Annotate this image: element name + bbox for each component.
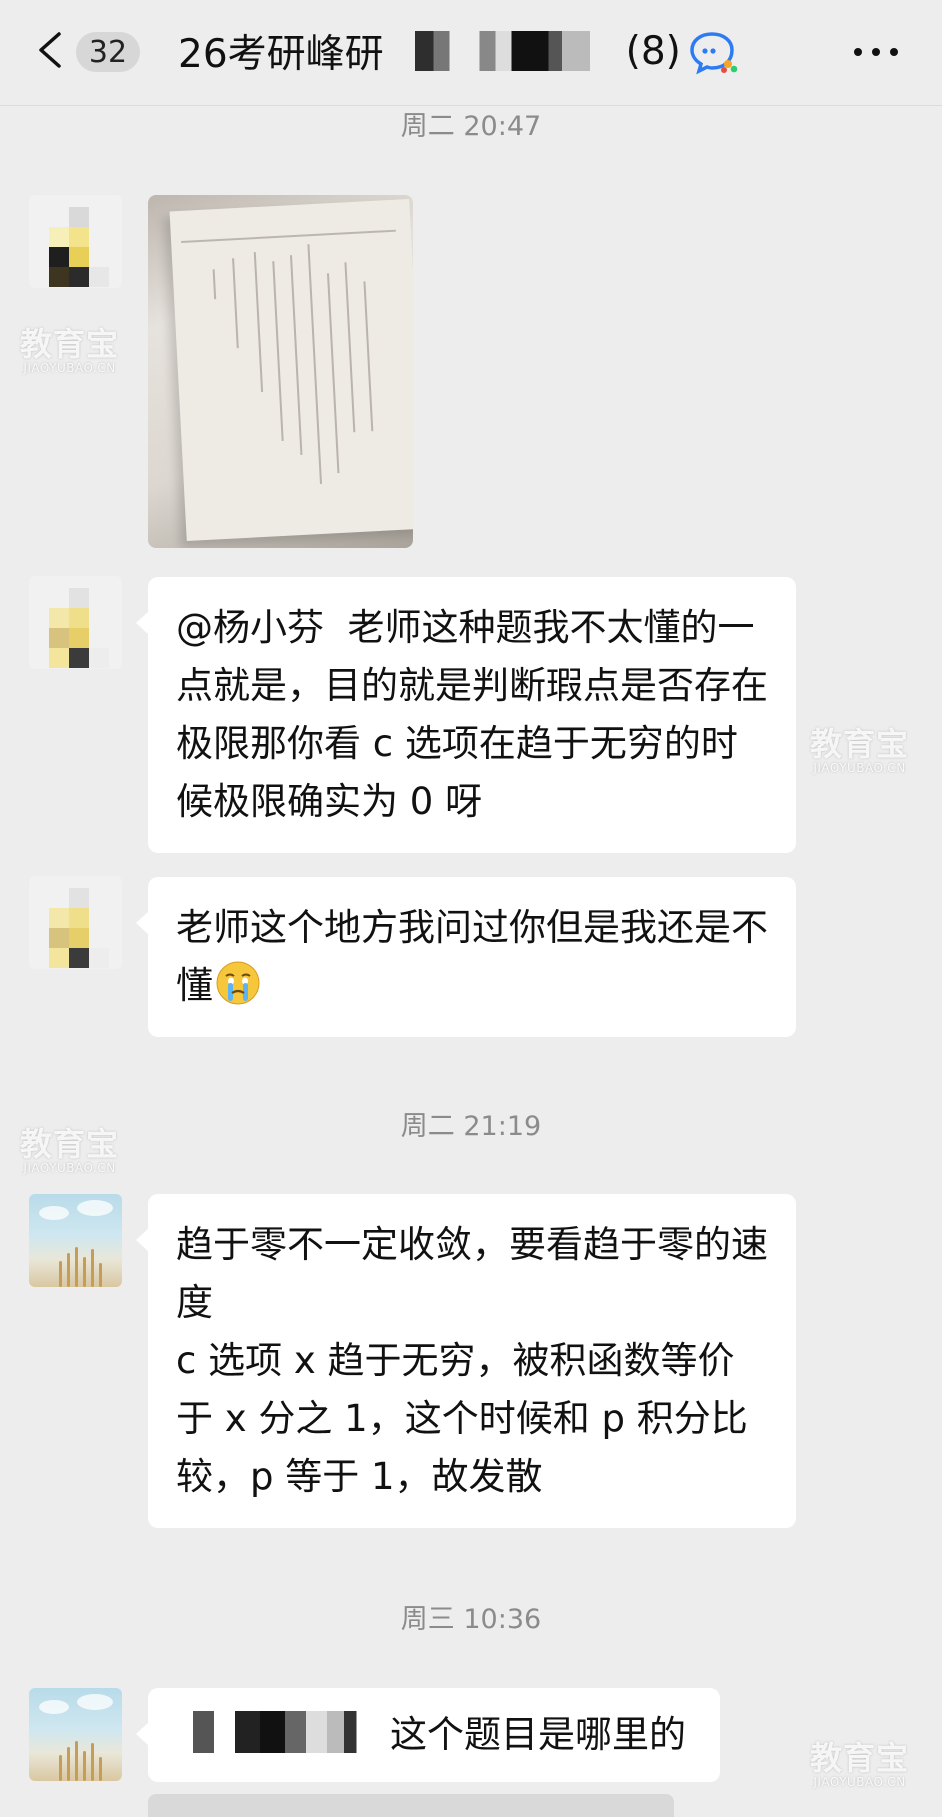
notebook-photo xyxy=(169,198,413,542)
message-text: 这个题目是哪里的 xyxy=(390,1713,686,1756)
message-bubble[interactable]: 这个题目是哪里的 xyxy=(136,1688,720,1782)
avatar[interactable] xyxy=(29,876,122,969)
message-bubble[interactable]: 老师这个地方我问过你但是我还是不懂 xyxy=(136,877,796,1037)
message-bubble[interactable]: @杨小芬 老师这种题我不太懂的一点就是，目的就是判断瑕点是否存在极限那你看 c … xyxy=(136,577,796,853)
chat-header: 32 26考研峰研 (8) xyxy=(0,0,942,106)
timestamp: 周二 20:47 xyxy=(400,111,542,142)
timestamp: 周二 21:19 xyxy=(400,1111,542,1142)
more-dot xyxy=(872,48,880,56)
avatar[interactable] xyxy=(29,1688,122,1781)
timestamp: 周三 10:36 xyxy=(400,1604,542,1635)
chat-title-text: 26考研峰研 xyxy=(178,32,384,77)
message-text: 老师这个地方我问过你但是我还是不懂 xyxy=(176,906,768,1007)
watermark: 教育宝 JIAOYUBAO.CN xyxy=(810,725,910,775)
avatar[interactable] xyxy=(29,1194,122,1287)
watermark: 教育宝 JIAOYUBAO.CN xyxy=(810,1739,910,1789)
member-count: (8) xyxy=(625,28,681,74)
redacted-mention xyxy=(176,1711,386,1753)
watermark: 教育宝 JIAOYUBAO.CN xyxy=(20,1125,120,1175)
watermark: 教育宝 JIAOYUBAO.CN xyxy=(20,325,120,375)
back-button[interactable] xyxy=(30,26,70,74)
chevron-left-icon xyxy=(39,32,61,68)
avatar[interactable] xyxy=(29,576,122,669)
group-chat-icon[interactable] xyxy=(688,28,740,76)
more-options-button[interactable] xyxy=(846,30,906,74)
chat-screen: 32 26考研峰研 (8) 周二 20:47 @杨小芬 老师这种题我不太懂的一点… xyxy=(0,0,942,1817)
photo-message-partial[interactable] xyxy=(148,1794,674,1817)
redacted-title-part xyxy=(391,31,622,71)
chat-title[interactable]: 26考研峰研 (8) xyxy=(178,22,681,80)
more-dot xyxy=(890,48,898,56)
unread-count-badge[interactable]: 32 xyxy=(76,32,140,72)
message-bubble[interactable]: 趋于零不一定收敛，要看趋于零的速度 c 选项 x 趋于无穷，被积函数等价于 x … xyxy=(136,1194,796,1528)
more-dot xyxy=(854,48,862,56)
photo-message[interactable] xyxy=(148,195,413,548)
avatar[interactable] xyxy=(29,195,122,288)
crying-face-emoji xyxy=(216,961,260,1005)
